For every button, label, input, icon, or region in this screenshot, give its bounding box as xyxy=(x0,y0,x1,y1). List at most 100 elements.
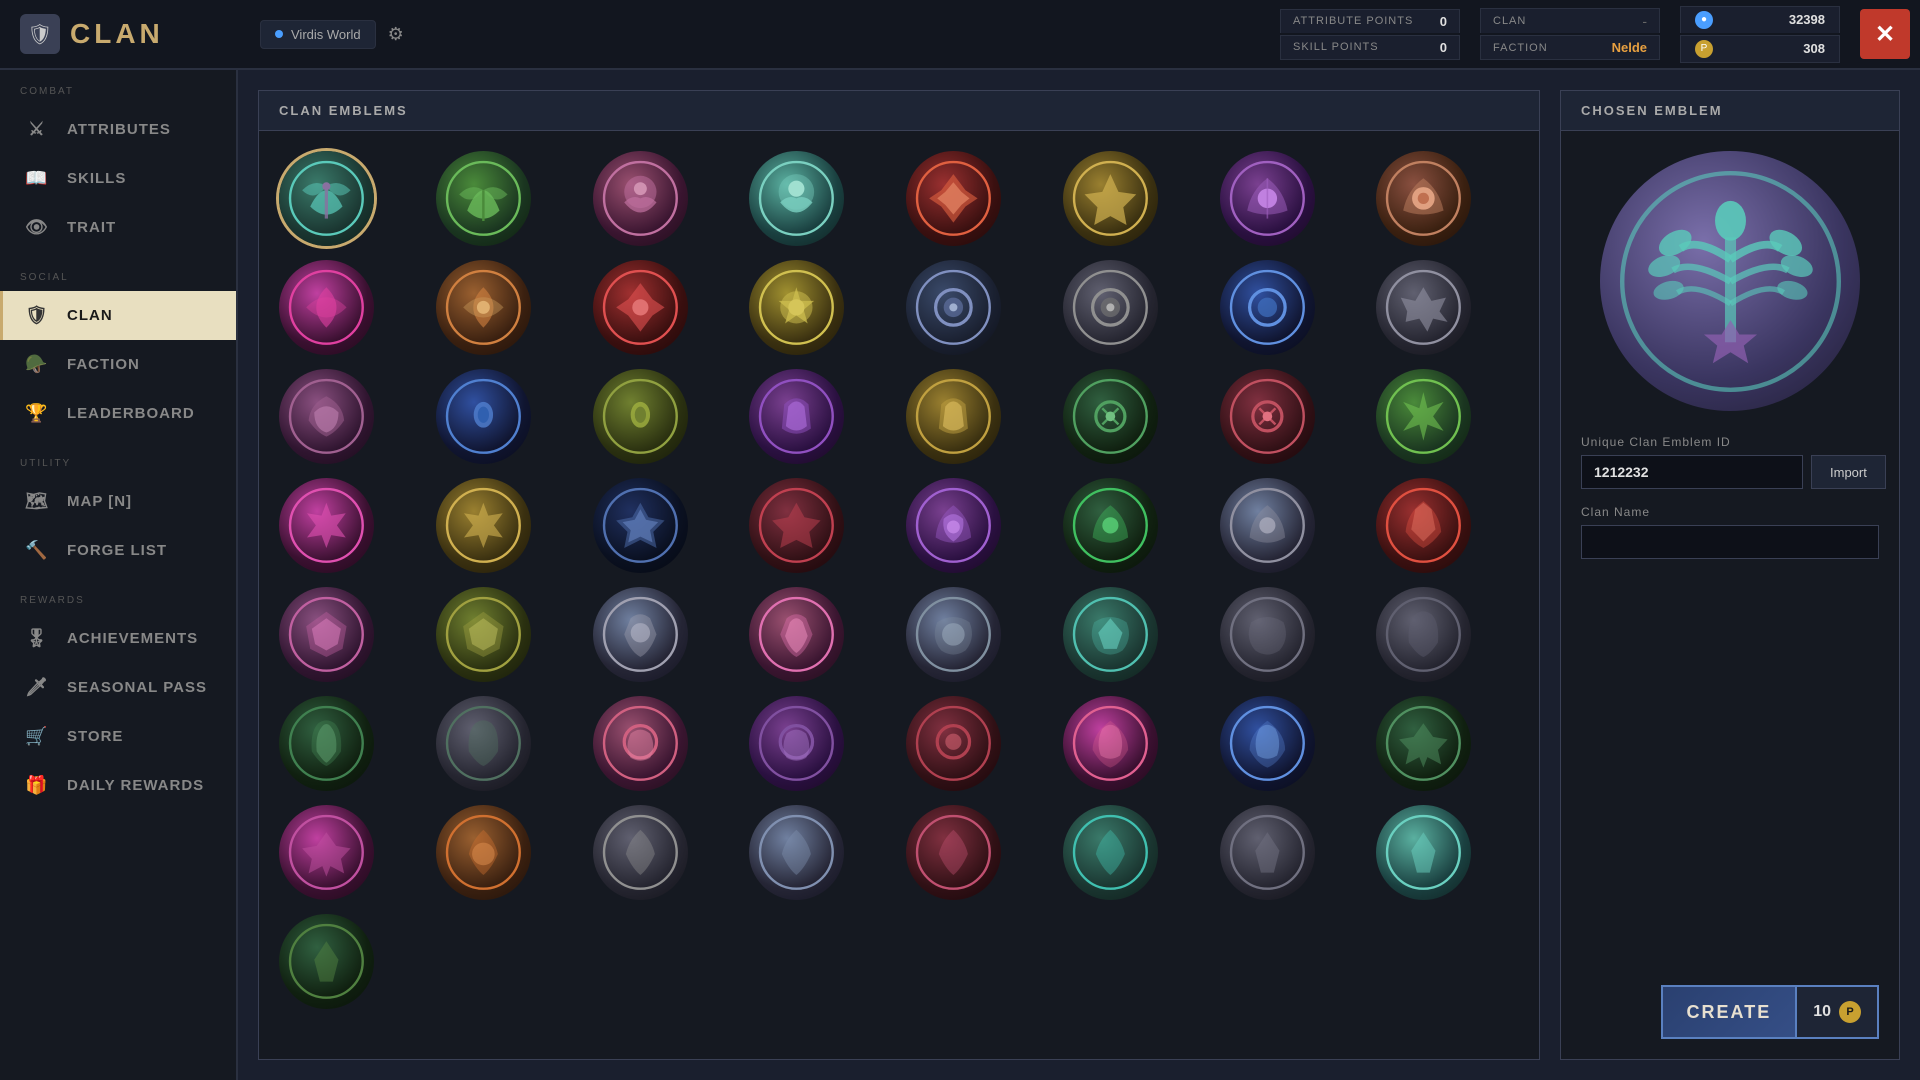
sidebar-item-store[interactable]: 🛒 STORE xyxy=(0,712,236,761)
emblems-grid-container[interactable] xyxy=(259,131,1539,1059)
emblem-51[interactable] xyxy=(593,805,688,900)
emblem-24[interactable] xyxy=(1376,369,1471,464)
seasonal-icon: 🗡 xyxy=(23,677,51,698)
sidebar-item-leaderboard[interactable]: 🏆 LEADERBOARD xyxy=(0,389,236,438)
tab-world[interactable]: Virdis World xyxy=(260,20,376,49)
sidebar-item-clan[interactable]: 🛡 CLAN xyxy=(0,291,236,340)
faction-label: FACTION xyxy=(1493,42,1604,54)
skills-icon: 📖 xyxy=(23,168,51,189)
emblem-20[interactable] xyxy=(749,369,844,464)
achievements-label: ACHIEVEMENTS xyxy=(67,630,198,647)
emblem-6[interactable] xyxy=(1063,151,1158,246)
emblem-34[interactable] xyxy=(436,587,531,682)
chosen-panel: CHOSEN EMBLEM xyxy=(1560,90,1900,1060)
emblems-grid xyxy=(279,151,1519,1009)
emblem-39[interactable] xyxy=(1220,587,1315,682)
emblem-12[interactable] xyxy=(749,260,844,355)
emblem-46[interactable] xyxy=(1063,696,1158,791)
emblem-38[interactable] xyxy=(1063,587,1158,682)
sidebar-item-achievements[interactable]: 🎖 ACHIEVEMENTS xyxy=(0,614,236,663)
emblem-57[interactable] xyxy=(279,914,374,1009)
emblem-49[interactable] xyxy=(279,805,374,900)
emblem-28[interactable] xyxy=(749,478,844,573)
emblem-56[interactable] xyxy=(1376,805,1471,900)
sidebar-item-forge[interactable]: 🔨 FORGE LIST xyxy=(0,526,236,575)
emblem-32[interactable] xyxy=(1376,478,1471,573)
emblem-43[interactable] xyxy=(593,696,688,791)
sidebar-item-seasonal[interactable]: 🗡 SEASONAL PASS xyxy=(0,663,236,712)
emblem-35[interactable] xyxy=(593,587,688,682)
emblem-41[interactable] xyxy=(279,696,374,791)
emblem-1[interactable] xyxy=(279,151,374,246)
emblem-10[interactable] xyxy=(436,260,531,355)
emblem-7[interactable] xyxy=(1220,151,1315,246)
daily-icon: 🎁 xyxy=(23,775,51,796)
emblem-4[interactable] xyxy=(749,151,844,246)
clan-name-input[interactable] xyxy=(1581,525,1879,559)
emblem-2[interactable] xyxy=(436,151,531,246)
emblem-5[interactable] xyxy=(906,151,1001,246)
emblem-3[interactable] xyxy=(593,151,688,246)
combat-label: COMBAT xyxy=(0,86,236,105)
emblem-37[interactable] xyxy=(906,587,1001,682)
emblem-54[interactable] xyxy=(1063,805,1158,900)
sidebar-item-trait[interactable]: 👁 TRAIT xyxy=(0,203,236,252)
emblem-16[interactable] xyxy=(1376,260,1471,355)
settings-button[interactable]: ⚙ xyxy=(382,18,410,51)
sidebar-item-map[interactable]: 🗺 MAP [N] xyxy=(0,477,236,526)
emblem-9[interactable] xyxy=(279,260,374,355)
emblem-15[interactable] xyxy=(1220,260,1315,355)
emblem-19[interactable] xyxy=(593,369,688,464)
rewards-label: REWARDS xyxy=(0,595,236,614)
sidebar: COMBAT ⚔ ATTRIBUTES 📖 SKILLS 👁 TRAIT SOC… xyxy=(0,70,238,1080)
emblem-22[interactable] xyxy=(1063,369,1158,464)
emblem-30[interactable] xyxy=(1063,478,1158,573)
currency-group: ● 32398 P 308 xyxy=(1670,6,1860,63)
emblem-id-input[interactable] xyxy=(1581,455,1803,489)
emblem-50[interactable] xyxy=(436,805,531,900)
logo-icon: 🛡 xyxy=(20,14,60,54)
close-button[interactable]: ✕ xyxy=(1860,9,1910,59)
emblem-11[interactable] xyxy=(593,260,688,355)
clan-label: CLAN xyxy=(1493,15,1634,27)
emblem-52[interactable] xyxy=(749,805,844,900)
leaderboard-label: LEADERBOARD xyxy=(67,405,195,422)
emblem-45[interactable] xyxy=(906,696,1001,791)
emblem-53[interactable] xyxy=(906,805,1001,900)
faction-icon: 🪖 xyxy=(23,354,51,375)
chosen-panel-body: Unique Clan Emblem ID Import Clan Name C… xyxy=(1561,131,1899,1059)
sidebar-item-daily[interactable]: 🎁 DAILY REWARDS xyxy=(0,761,236,810)
emblem-36[interactable] xyxy=(749,587,844,682)
emblem-27[interactable] xyxy=(593,478,688,573)
emblem-31[interactable] xyxy=(1220,478,1315,573)
emblem-29[interactable] xyxy=(906,478,1001,573)
social-label: SOCIAL xyxy=(0,272,236,291)
emblem-42[interactable] xyxy=(436,696,531,791)
sidebar-item-attributes[interactable]: ⚔ ATTRIBUTES xyxy=(0,105,236,154)
create-cost: 10 P xyxy=(1795,987,1877,1037)
emblem-13[interactable] xyxy=(906,260,1001,355)
emblem-55[interactable] xyxy=(1220,805,1315,900)
sidebar-item-faction[interactable]: 🪖 FACTION xyxy=(0,340,236,389)
emblem-18[interactable] xyxy=(436,369,531,464)
emblem-33[interactable] xyxy=(279,587,374,682)
emblem-14[interactable] xyxy=(1063,260,1158,355)
emblem-25[interactable] xyxy=(279,478,374,573)
emblem-44[interactable] xyxy=(749,696,844,791)
import-button[interactable]: Import xyxy=(1811,455,1886,489)
emblem-23[interactable] xyxy=(1220,369,1315,464)
seasonal-label: SEASONAL PASS xyxy=(67,679,207,696)
emblem-47[interactable] xyxy=(1220,696,1315,791)
create-clan-button[interactable]: CREATE 10 P xyxy=(1661,985,1879,1039)
emblem-48[interactable] xyxy=(1376,696,1471,791)
emblem-40[interactable] xyxy=(1376,587,1471,682)
clan-row: CLAN - xyxy=(1480,8,1660,33)
emblem-26[interactable] xyxy=(436,478,531,573)
sidebar-item-skills[interactable]: 📖 SKILLS xyxy=(0,154,236,203)
social-section: SOCIAL 🛡 CLAN 🪖 FACTION 🏆 LEADERBOARD xyxy=(0,256,236,442)
emblem-8[interactable] xyxy=(1376,151,1471,246)
clan-label-sidebar: CLAN xyxy=(67,307,113,324)
emblem-21[interactable] xyxy=(906,369,1001,464)
emblem-17[interactable] xyxy=(279,369,374,464)
emblem-id-row: Import xyxy=(1581,455,1879,489)
